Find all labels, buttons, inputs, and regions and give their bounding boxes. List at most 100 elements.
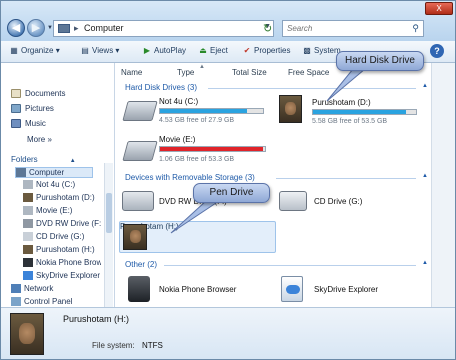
check-icon: ✔ bbox=[243, 46, 251, 55]
organize-button[interactable]: ▦ Organize ▾ bbox=[9, 46, 60, 55]
back-button[interactable]: ◀ bbox=[7, 19, 25, 37]
nav-more[interactable]: More » bbox=[27, 135, 52, 144]
address-bar-area: ◀ ▶ ▼ ▸ Computer ▼ ↻ ⚲ X bbox=[1, 1, 455, 41]
tree-drive-f[interactable]: DVD RW Drive (F:) bbox=[23, 219, 101, 229]
nav-pictures[interactable]: Pictures bbox=[11, 104, 54, 114]
views-button[interactable]: ▤ Views ▾ bbox=[80, 46, 119, 55]
nokia-name: Nokia Phone Browser bbox=[159, 285, 237, 294]
help-icon[interactable]: ? bbox=[430, 44, 444, 58]
computer-icon bbox=[16, 168, 26, 178]
search-icon[interactable]: ⚲ bbox=[412, 23, 419, 34]
drive-c-free-space: 4.53 GB free of 27.9 GB bbox=[159, 117, 235, 124]
nav-scrollbar[interactable] bbox=[104, 163, 113, 307]
drive-e-name: Movie (E:) bbox=[159, 135, 196, 144]
search-box[interactable]: ⚲ bbox=[282, 20, 424, 37]
photo-drive-icon bbox=[279, 95, 302, 123]
drive-d-free-space: 5.58 GB free of 53.5 GB bbox=[312, 118, 388, 125]
explorer-window: ◀ ▶ ▼ ▸ Computer ▼ ↻ ⚲ X ▦Organize ▾ ▤Vi… bbox=[0, 0, 456, 360]
dvd-drive-icon bbox=[122, 191, 154, 211]
autoplay-icon: ▶ bbox=[143, 46, 151, 55]
music-icon bbox=[11, 119, 21, 129]
folders-header[interactable]: Folders ▲ bbox=[11, 155, 76, 164]
photo-drive-icon bbox=[23, 245, 33, 255]
network-icon bbox=[11, 284, 21, 294]
phone-icon bbox=[23, 258, 33, 268]
cloud-icon bbox=[281, 276, 303, 302]
tree-drive-h[interactable]: Purushotam (H:) bbox=[23, 245, 101, 255]
group-header-hdd[interactable]: Hard Disk Drives (3) bbox=[125, 83, 197, 92]
views-icon: ▤ bbox=[81, 46, 89, 55]
drive-d-usage-bar bbox=[312, 109, 417, 115]
phone-icon bbox=[128, 276, 150, 302]
group-divider bbox=[276, 178, 416, 179]
drive-icon bbox=[23, 206, 33, 216]
cd-drive-icon bbox=[279, 191, 307, 211]
column-header-type[interactable]: Type bbox=[177, 68, 194, 77]
photo-drive-icon bbox=[123, 224, 147, 250]
tree-nokia[interactable]: Nokia Phone Browser bbox=[23, 258, 101, 268]
cd-drive-icon bbox=[23, 232, 33, 242]
close-button[interactable]: X bbox=[425, 2, 453, 15]
search-input[interactable] bbox=[283, 21, 403, 36]
tree-drive-d[interactable]: Purushotam (D:) bbox=[23, 193, 101, 203]
cloud-icon bbox=[23, 271, 33, 281]
eject-button[interactable]: ⏏ Eject bbox=[198, 46, 228, 55]
autoplay-button[interactable]: ▶ AutoPlay bbox=[142, 46, 186, 55]
drive-c-name: Not 4u (C:) bbox=[159, 97, 199, 106]
nav-music[interactable]: Music bbox=[11, 119, 46, 129]
tree-control-panel[interactable]: Control Panel bbox=[11, 297, 89, 307]
details-drive-name: Purushotam (H:) bbox=[63, 314, 130, 324]
tree-drive-e[interactable]: Movie (E:) bbox=[23, 206, 101, 216]
drive-icon bbox=[23, 180, 33, 190]
photo-drive-icon bbox=[10, 313, 44, 355]
control-panel-icon bbox=[11, 297, 21, 307]
pictures-icon bbox=[11, 104, 21, 114]
drive-h[interactable]: Purushotam (H:) bbox=[119, 221, 276, 253]
content-scrollbar[interactable] bbox=[431, 63, 455, 307]
tree-drive-g[interactable]: CD Drive (G:) bbox=[23, 232, 101, 242]
computer-icon bbox=[58, 24, 70, 33]
nav-scroll-thumb[interactable] bbox=[106, 193, 112, 233]
chevron-up-icon[interactable]: ▲ bbox=[422, 83, 428, 89]
pen-drive-callout: Pen Drive bbox=[193, 183, 270, 203]
column-header-total-size[interactable]: Total Size bbox=[232, 68, 267, 77]
skydrive-name: SkyDrive Explorer bbox=[314, 285, 379, 294]
organize-icon: ▦ bbox=[10, 46, 18, 55]
chevron-up-icon[interactable]: ▲ bbox=[422, 173, 428, 179]
hdd-callout: Hard Disk Drive bbox=[336, 51, 424, 71]
tree-computer[interactable]: Computer bbox=[15, 167, 93, 179]
drive-g-name: CD Drive (G:) bbox=[314, 197, 363, 206]
chevron-right-icon[interactable]: ▸ bbox=[74, 23, 79, 34]
column-header-name[interactable]: Name bbox=[121, 68, 142, 77]
system-icon: ▩ bbox=[303, 46, 311, 55]
drive-d-name: Purushotam (D:) bbox=[312, 98, 371, 107]
chevron-up-icon: ▲ bbox=[69, 158, 76, 164]
photo-drive-icon bbox=[23, 193, 33, 203]
group-divider bbox=[164, 265, 416, 266]
address-field[interactable]: ▸ Computer ▼ bbox=[53, 20, 274, 37]
column-header-free-space[interactable]: Free Space bbox=[288, 68, 329, 77]
drive-e-usage-bar bbox=[159, 146, 266, 152]
details-filesystem-label: File system: bbox=[92, 341, 135, 350]
properties-button[interactable]: ✔ Properties bbox=[242, 46, 291, 55]
navigation-pane: Documents Pictures Music More » Folders ▲… bbox=[1, 63, 115, 307]
chevron-up-icon[interactable]: ▲ bbox=[422, 260, 428, 266]
content-pane: Name Type ▲ Total Size Free Space Hard D… bbox=[116, 63, 431, 307]
sort-arrow-icon: ▲ bbox=[199, 64, 205, 70]
system-button[interactable]: ▩ System bbox=[302, 46, 340, 55]
forward-button[interactable]: ▶ bbox=[27, 19, 45, 37]
eject-icon: ⏏ bbox=[199, 46, 207, 55]
tree-skydrive[interactable]: SkyDrive Explorer bbox=[23, 271, 101, 281]
nav-documents[interactable]: Documents bbox=[11, 89, 65, 99]
tree-network[interactable]: Network bbox=[11, 284, 89, 294]
refresh-icon[interactable]: ↻ bbox=[263, 22, 272, 35]
group-header-removable[interactable]: Devices with Removable Storage (3) bbox=[125, 173, 255, 182]
dvd-drive-icon bbox=[23, 219, 33, 229]
hard-drive-icon bbox=[122, 141, 158, 161]
drive-c-usage-bar bbox=[159, 108, 264, 114]
group-divider bbox=[208, 88, 416, 89]
tree-drive-c[interactable]: Not 4u (C:) bbox=[23, 180, 101, 190]
details-filesystem-value: NTFS bbox=[142, 341, 163, 350]
details-pane: Purushotam (H:) File system: NTFS bbox=[1, 307, 455, 359]
group-header-other[interactable]: Other (2) bbox=[125, 260, 157, 269]
